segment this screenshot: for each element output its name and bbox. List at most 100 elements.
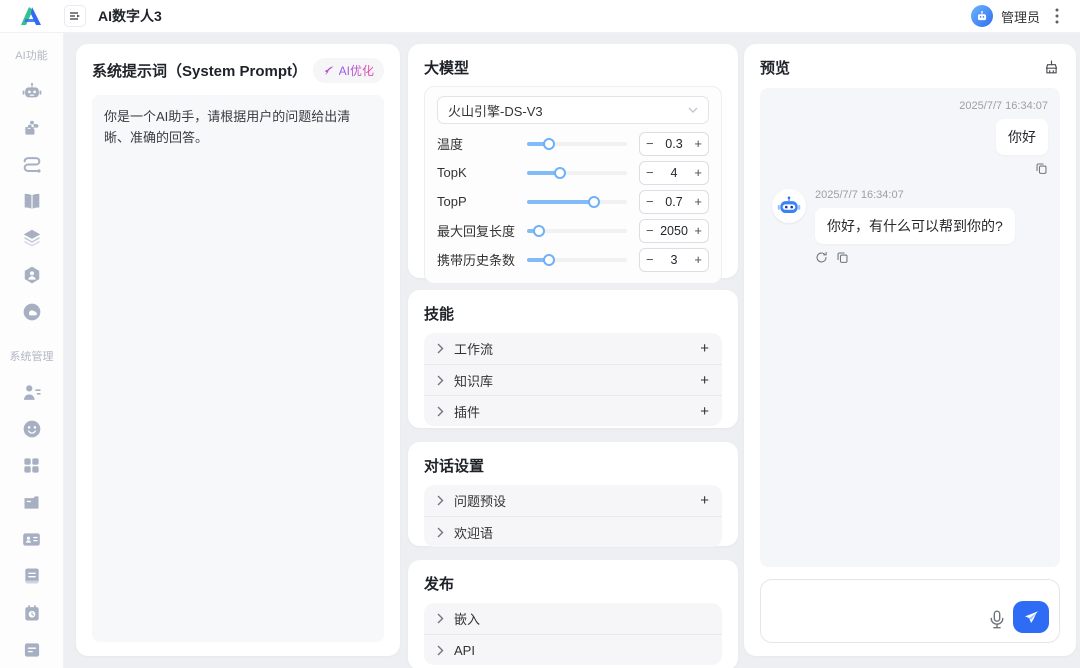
system-prompt-title: 系统提示词（System Prompt） xyxy=(92,60,307,81)
max-length-stepper: − 2050 + xyxy=(639,219,709,243)
chat-message-input[interactable] xyxy=(771,588,963,634)
accordion-label: 插件 xyxy=(454,402,480,421)
puzzle-icon[interactable] xyxy=(20,117,44,140)
slider-row-topp: TopP − 0.7 + xyxy=(437,187,709,216)
bot-message-bubble: 你好，有什么可以帮到你的? xyxy=(815,208,1015,244)
accordion-knowledge-base[interactable]: 知识库 + xyxy=(424,364,722,395)
dialog-settings-title: 对话设置 xyxy=(424,455,722,476)
briefcase-icon[interactable] xyxy=(20,491,44,514)
chevron-right-icon xyxy=(437,375,444,386)
accordion-api[interactable]: API xyxy=(424,634,722,665)
document-icon[interactable] xyxy=(20,638,44,661)
ai-optimize-button[interactable]: AI优化 xyxy=(313,58,384,83)
slider-row-topk: TopK − 4 + xyxy=(437,158,709,187)
slider-handle[interactable] xyxy=(588,196,600,208)
slider-label: TopP xyxy=(437,194,525,209)
sidebar-group-system-label: 系统管理 xyxy=(10,348,54,364)
top-header: AI数字人3 管理员 xyxy=(0,0,1080,33)
accordion-label: 嵌入 xyxy=(454,609,480,628)
app-window: AI数字人3 管理员 AI功能 xyxy=(0,0,1080,668)
message-timestamp: 2025/7/7 16:34:07 xyxy=(959,100,1048,112)
slider-row-temperature: 温度 − 0.3 + xyxy=(437,129,709,158)
chevron-right-icon xyxy=(437,613,444,624)
accordion-label: 工作流 xyxy=(454,339,493,358)
minus-button[interactable]: − xyxy=(646,195,654,208)
minus-button[interactable]: − xyxy=(646,137,654,150)
rocket-icon xyxy=(323,65,335,77)
topk-slider[interactable] xyxy=(527,171,627,175)
stepper-value[interactable]: 2050 xyxy=(660,224,688,238)
chevron-down-icon xyxy=(688,107,698,114)
regenerate-icon[interactable] xyxy=(815,251,828,264)
user-message-bubble: 你好 xyxy=(996,119,1048,155)
copy-icon[interactable] xyxy=(1035,162,1048,175)
model-select[interactable]: 火山引擎-DS-V3 xyxy=(437,96,709,124)
accordion-embed[interactable]: 嵌入 xyxy=(424,603,722,634)
system-prompt-panel: 系统提示词（System Prompt） AI优化 你是一个AI助手，请根据用户… xyxy=(76,44,400,656)
copy-icon[interactable] xyxy=(836,251,849,264)
stepper-value[interactable]: 4 xyxy=(671,166,678,180)
robot-icon[interactable] xyxy=(20,80,44,103)
globe-icon[interactable] xyxy=(20,300,44,323)
user-settings-icon[interactable] xyxy=(20,381,44,404)
skills-panel-title: 技能 xyxy=(424,303,722,324)
minus-button[interactable]: − xyxy=(646,224,654,237)
microphone-icon[interactable] xyxy=(989,610,1005,630)
history-count-slider[interactable] xyxy=(527,258,627,262)
slider-label: TopK xyxy=(437,165,525,180)
plus-button[interactable]: + xyxy=(694,137,702,150)
user-avatar[interactable] xyxy=(971,5,993,27)
slider-handle[interactable] xyxy=(554,167,566,179)
slider-row-max-length: 最大回复长度 − 2050 + xyxy=(437,216,709,245)
more-menu-icon[interactable] xyxy=(1048,7,1066,25)
max-length-slider[interactable] xyxy=(527,229,627,233)
add-preset-question-button[interactable]: + xyxy=(700,492,709,509)
layers-icon[interactable] xyxy=(20,227,44,250)
accordion-welcome-message[interactable]: 欢迎语 xyxy=(424,516,722,547)
chevron-right-icon xyxy=(437,406,444,417)
agent-hexagon-icon[interactable] xyxy=(20,264,44,287)
system-prompt-textarea[interactable]: 你是一个AI助手，请根据用户的问题给出清晰、准确的回答。 xyxy=(92,95,384,642)
slider-handle[interactable] xyxy=(533,225,545,237)
add-plugin-button[interactable]: + xyxy=(700,403,709,420)
emoji-icon[interactable] xyxy=(20,418,44,441)
minus-button[interactable]: − xyxy=(646,166,654,179)
notebook-icon[interactable] xyxy=(20,565,44,588)
chevron-right-icon xyxy=(437,527,444,538)
plus-button[interactable]: + xyxy=(694,195,702,208)
chat-preview-area: 2025/7/7 16:34:07 你好 xyxy=(760,88,1060,567)
clear-chat-icon[interactable] xyxy=(1043,59,1060,76)
skills-panel: 技能 工作流 + 知识库 + 插件 + xyxy=(408,290,738,428)
accordion-workflow[interactable]: 工作流 + xyxy=(424,333,722,364)
sidebar-collapse-icon[interactable] xyxy=(64,5,86,27)
add-knowledge-button[interactable]: + xyxy=(700,372,709,389)
workflow-icon[interactable] xyxy=(20,153,44,176)
accordion-plugin[interactable]: 插件 + xyxy=(424,395,722,426)
add-workflow-button[interactable]: + xyxy=(700,340,709,357)
send-button[interactable] xyxy=(1013,601,1049,633)
bot-message: 2025/7/7 16:34:07 你好，有什么可以帮到你的? xyxy=(772,189,1048,264)
plus-button[interactable]: + xyxy=(694,224,702,237)
accordion-label: 欢迎语 xyxy=(454,523,493,542)
stepper-value[interactable]: 3 xyxy=(671,253,678,267)
stepper-value[interactable]: 0.7 xyxy=(665,195,682,209)
history-count-stepper: − 3 + xyxy=(639,248,709,272)
schedule-icon[interactable] xyxy=(20,602,44,625)
slider-row-history-count: 携带历史条数 − 3 + xyxy=(437,245,709,274)
page-title: AI数字人3 xyxy=(98,6,162,26)
topp-slider[interactable] xyxy=(527,200,627,204)
temperature-slider[interactable] xyxy=(527,142,627,146)
model-panel-title: 大模型 xyxy=(424,57,722,78)
sidebar-group-ai-label: AI功能 xyxy=(15,47,47,63)
slider-handle[interactable] xyxy=(543,254,555,266)
book-icon[interactable] xyxy=(20,190,44,213)
accordion-preset-questions[interactable]: 问题预设 + xyxy=(424,485,722,516)
user-name: 管理员 xyxy=(1001,7,1040,26)
slider-handle[interactable] xyxy=(543,138,555,150)
id-card-icon[interactable] xyxy=(20,528,44,551)
plus-button[interactable]: + xyxy=(694,253,702,266)
apps-grid-icon[interactable] xyxy=(20,455,44,478)
plus-button[interactable]: + xyxy=(694,166,702,179)
minus-button[interactable]: − xyxy=(646,253,654,266)
stepper-value[interactable]: 0.3 xyxy=(665,137,682,151)
